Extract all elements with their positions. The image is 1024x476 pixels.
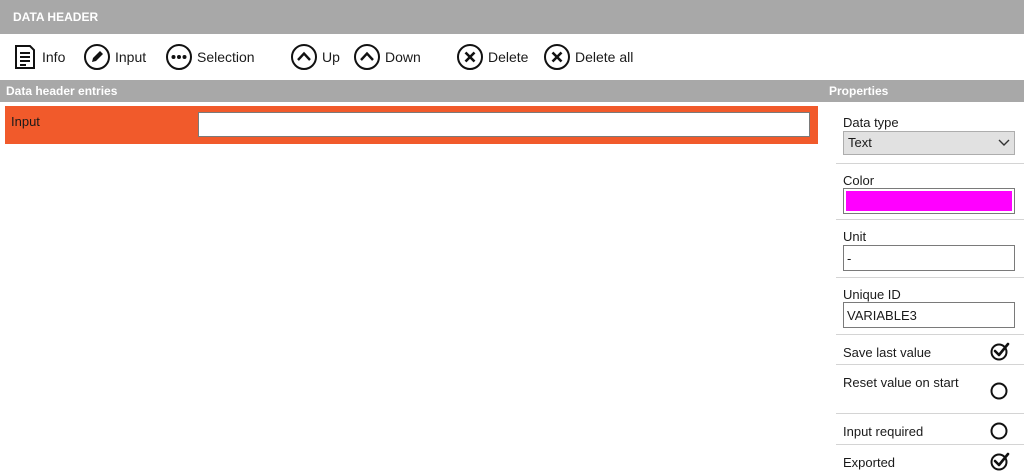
color-label: Color xyxy=(843,173,875,188)
chevron-up-icon xyxy=(291,44,317,70)
entry-label: Input xyxy=(11,114,40,129)
toolbar: Info Input Selection Up Down Delete Dele… xyxy=(0,34,1024,80)
info-button[interactable]: Info xyxy=(12,34,65,80)
input-required-label: Input required xyxy=(843,424,924,439)
data-type-label: Data type xyxy=(843,115,899,130)
delete-all-label: Delete all xyxy=(575,49,634,65)
close-circle-icon xyxy=(457,44,483,70)
checked-circle-icon xyxy=(990,452,1010,471)
properties-header: Properties xyxy=(822,80,1024,102)
chevron-up-icon xyxy=(354,44,380,70)
data-type-section: Data type Text xyxy=(836,106,1024,164)
checked-circle-icon xyxy=(990,342,1010,361)
unit-section: Unit xyxy=(836,220,1024,278)
input-label: Input xyxy=(115,49,147,65)
input-required-toggle[interactable] xyxy=(990,420,1010,443)
pencil-icon xyxy=(84,44,110,70)
unchecked-circle-icon xyxy=(990,382,1008,400)
data-type-value: Text xyxy=(848,135,872,150)
down-label: Down xyxy=(385,49,421,65)
input-required-row: Input required xyxy=(836,414,1024,445)
close-circle-icon xyxy=(544,44,570,70)
color-section: Color xyxy=(836,164,1024,220)
entry-value-input[interactable] xyxy=(198,112,810,137)
up-label: Up xyxy=(322,49,340,65)
exported-toggle[interactable] xyxy=(990,451,1010,474)
unique-id-input[interactable] xyxy=(843,302,1015,328)
reset-value-toggle[interactable] xyxy=(990,380,1010,403)
chevron-down-icon xyxy=(998,139,1010,146)
more-dots-icon xyxy=(166,44,192,70)
entry-row[interactable]: Input xyxy=(5,106,818,144)
unchecked-circle-icon xyxy=(990,422,1008,440)
reset-value-label: Reset value on start xyxy=(843,375,959,390)
save-last-value-row: Save last value xyxy=(836,335,1024,365)
window-title: DATA HEADER xyxy=(0,0,1024,34)
color-picker[interactable] xyxy=(843,188,1015,214)
save-last-value-toggle[interactable] xyxy=(990,341,1010,364)
entries-header: Data header entries xyxy=(0,80,822,102)
info-label: Info xyxy=(42,49,66,65)
save-last-value-label: Save last value xyxy=(843,345,932,360)
unique-id-section: Unique ID xyxy=(836,278,1024,335)
delete-all-button[interactable]: Delete all xyxy=(543,34,633,80)
selection-label: Selection xyxy=(197,49,255,65)
exported-label: Exported xyxy=(843,455,896,470)
reset-value-row: Reset value on start xyxy=(836,365,1024,414)
delete-label: Delete xyxy=(488,49,529,65)
data-type-select[interactable]: Text xyxy=(843,131,1015,155)
delete-button[interactable]: Delete xyxy=(456,34,528,80)
unit-input[interactable] xyxy=(843,245,1015,271)
up-button[interactable]: Up xyxy=(290,34,340,80)
document-icon xyxy=(15,45,35,69)
exported-row: Exported xyxy=(836,445,1024,476)
color-swatch xyxy=(846,191,1012,211)
down-button[interactable]: Down xyxy=(353,34,421,80)
input-button[interactable]: Input xyxy=(83,34,146,80)
unit-label: Unit xyxy=(843,229,867,244)
selection-button[interactable]: Selection xyxy=(165,34,255,80)
unique-id-label: Unique ID xyxy=(843,287,901,302)
